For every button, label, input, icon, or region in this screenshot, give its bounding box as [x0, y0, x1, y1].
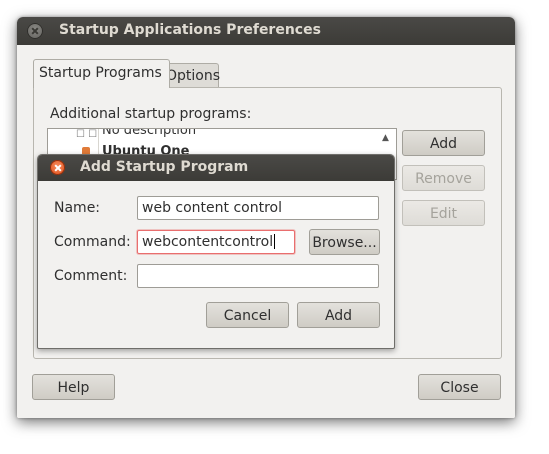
help-button[interactable]: Help: [32, 374, 115, 400]
add-startup-program-dialog: Add Startup Program Name: web content co…: [37, 154, 395, 349]
add-button[interactable]: Add: [402, 130, 485, 156]
command-label: Command:: [54, 234, 131, 250]
edit-button[interactable]: Edit: [402, 200, 485, 226]
checkbox-icon[interactable]: ☐ ☐: [76, 129, 97, 140]
dialog-title: Add Startup Program: [80, 159, 249, 175]
browse-button[interactable]: Browse...: [309, 229, 380, 255]
comment-field[interactable]: [137, 264, 379, 288]
startup-list-label: Additional startup programs:: [50, 106, 252, 122]
dialog-close-icon[interactable]: [50, 160, 65, 175]
cancel-button[interactable]: Cancel: [206, 302, 289, 328]
scroll-up-arrow-icon[interactable]: ▲: [382, 133, 389, 143]
tab-startup-programs[interactable]: Startup Programs: [33, 59, 170, 88]
list-item[interactable]: No description: [102, 129, 196, 138]
name-field[interactable]: web content control: [137, 196, 379, 220]
close-button[interactable]: Close: [418, 374, 501, 400]
window-titlebar[interactable]: Startup Applications Preferences: [17, 17, 515, 45]
dialog-add-button[interactable]: Add: [297, 302, 380, 328]
remove-button[interactable]: Remove: [402, 165, 485, 191]
command-field[interactable]: webcontentcontrol: [137, 230, 295, 254]
comment-label: Comment:: [54, 268, 128, 284]
window-close-icon[interactable]: [27, 23, 43, 39]
dialog-titlebar[interactable]: Add Startup Program: [38, 155, 394, 181]
text-caret: [274, 234, 276, 249]
window-title: Startup Applications Preferences: [59, 22, 321, 38]
name-label: Name:: [54, 200, 101, 216]
command-field-value: webcontentcontrol: [142, 234, 274, 250]
